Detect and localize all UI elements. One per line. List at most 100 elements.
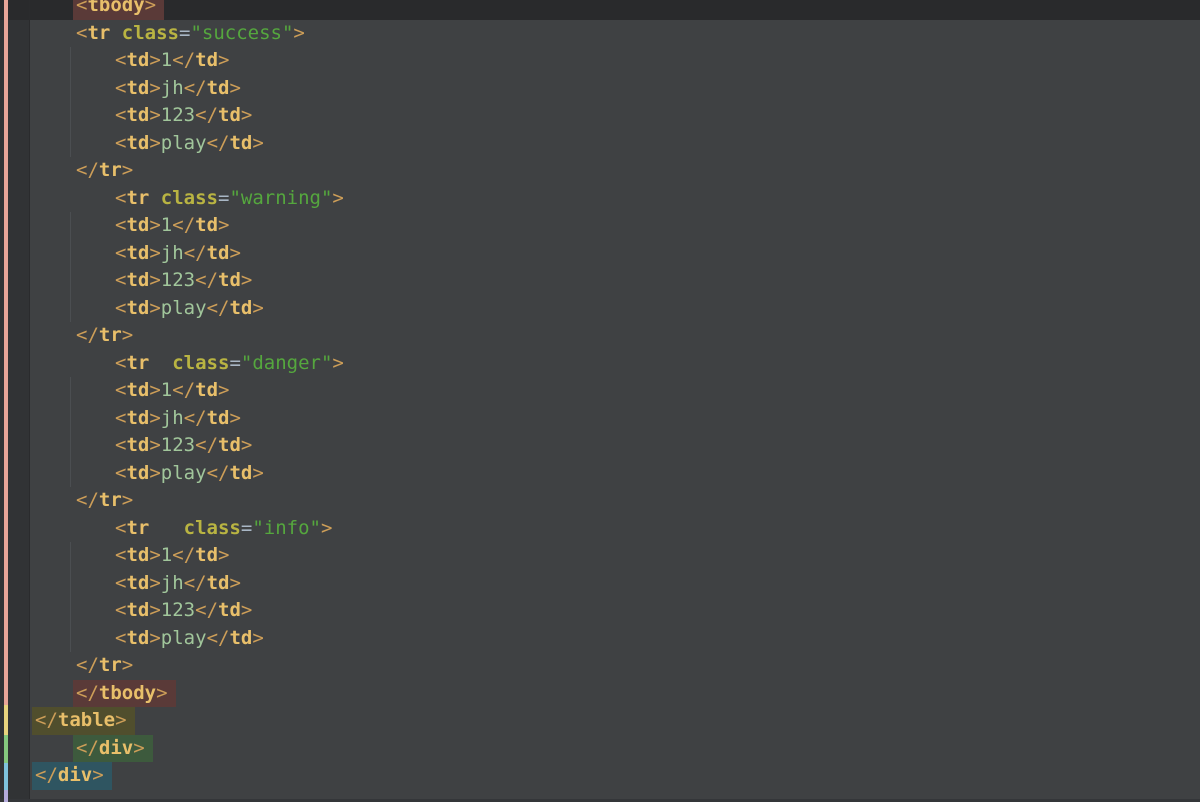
token-tag: td <box>206 241 230 264</box>
token-br: > <box>149 49 161 71</box>
code-line[interactable]: </tr> <box>0 322 1200 350</box>
code-line[interactable]: <td>123</td> <box>0 597 1200 625</box>
token-br: > <box>121 159 134 181</box>
token-eq: = <box>240 516 253 539</box>
token-tag: td <box>229 626 253 649</box>
token-txt: jh <box>160 571 184 594</box>
token-br: < <box>115 104 127 126</box>
token-tag: div <box>57 764 93 786</box>
token-br: > <box>252 296 264 319</box>
token-tag: td <box>126 131 150 154</box>
token-txt: jh <box>160 241 184 264</box>
code-line[interactable]: <tr class="danger"> <box>0 350 1200 378</box>
token-br: < <box>115 186 127 209</box>
token-br: > <box>149 434 161 456</box>
code-line[interactable]: <td>play</td> <box>0 295 1200 323</box>
token-br: > <box>252 461 264 484</box>
token-br: > <box>240 104 253 126</box>
token-br: > <box>149 599 161 621</box>
token-br: > <box>144 0 157 16</box>
code-line[interactable]: </tbody> <box>0 679 1200 707</box>
token-tag: td <box>126 296 150 319</box>
code-line[interactable]: </div> <box>0 734 1200 762</box>
token-br: </ <box>172 49 196 71</box>
token-tag: tr <box>87 21 111 44</box>
token-attr: class <box>172 351 230 374</box>
token-br: < <box>115 599 127 621</box>
code-line[interactable]: <td>123</td> <box>0 102 1200 130</box>
code-line[interactable]: </table> <box>0 707 1200 735</box>
code-line[interactable]: <td>1</td> <box>0 47 1200 75</box>
code-line[interactable]: <td>1</td> <box>0 377 1200 405</box>
token-tag: td <box>218 434 241 456</box>
token-txt: 1 <box>160 544 173 566</box>
token-tag: td <box>126 571 150 594</box>
token-tag: tr <box>98 654 122 676</box>
token-br: > <box>149 544 161 566</box>
code-line[interactable]: </div> <box>0 762 1200 790</box>
code-line[interactable]: </tr> <box>0 652 1200 680</box>
token-attr: class <box>160 186 218 209</box>
code-line[interactable]: <td>123</td> <box>0 432 1200 460</box>
code-line[interactable]: <td>jh</td> <box>0 240 1200 268</box>
token-tag: td <box>126 626 150 649</box>
code-line[interactable]: <td>1</td> <box>0 212 1200 240</box>
token-br: > <box>240 599 253 621</box>
code-line[interactable]: </tr> <box>0 157 1200 185</box>
token-br: > <box>293 21 305 44</box>
token-txt: 1 <box>160 379 173 401</box>
code-line[interactable]: <tr class="success"> <box>0 20 1200 48</box>
token-tag: td <box>195 49 219 71</box>
code-line[interactable]: <tr class="info"> <box>0 515 1200 543</box>
token-tag: tr <box>98 489 122 511</box>
token-br: < <box>115 131 127 154</box>
token-tag: tr <box>126 186 150 209</box>
token-br: < <box>115 461 127 484</box>
token-tag: tr <box>126 516 150 539</box>
token-br: </ <box>35 764 58 786</box>
code-line[interactable]: <tr class="warning"> <box>0 185 1200 213</box>
code-line[interactable]: <td>jh</td> <box>0 405 1200 433</box>
token-tag: td <box>126 379 150 401</box>
token-str: "success" <box>190 21 294 44</box>
code-line[interactable]: </tr> <box>0 487 1200 515</box>
token-tag: tr <box>126 351 150 374</box>
code-line[interactable]: <td>play</td> <box>0 625 1200 653</box>
token-attr: class <box>183 516 241 539</box>
token-txt: 123 <box>160 269 196 291</box>
token-tag: td <box>126 76 150 99</box>
code-line-caret-row[interactable]: <tbody> <box>0 0 1200 20</box>
token-br: < <box>115 76 127 99</box>
token-tag: td <box>126 49 150 71</box>
token-txt: 123 <box>160 104 196 126</box>
code-line[interactable]: <td>jh</td> <box>0 75 1200 103</box>
token-tag: td <box>229 461 253 484</box>
token-br: > <box>149 379 161 401</box>
token-br: > <box>229 241 241 264</box>
token-br: > <box>218 49 230 71</box>
token-br: < <box>115 214 127 236</box>
token-br: > <box>149 76 161 99</box>
code-line[interactable]: <td>1</td> <box>0 542 1200 570</box>
token-eq: = <box>179 21 191 44</box>
token-br: > <box>115 709 127 731</box>
code-line[interactable]: <td>play</td> <box>0 460 1200 488</box>
token-attr: class <box>121 21 179 44</box>
token-br: < <box>76 21 88 44</box>
token-br: </ <box>172 379 196 401</box>
token-br: </ <box>195 104 219 126</box>
gutter-border <box>29 0 30 802</box>
token-txt: play <box>160 296 207 319</box>
code-line[interactable]: <td>play</td> <box>0 130 1200 158</box>
code-line[interactable]: <td>123</td> <box>0 267 1200 295</box>
token-str: "warning" <box>229 186 333 209</box>
token-br: > <box>229 571 241 594</box>
token-br: > <box>240 434 253 456</box>
token-br: > <box>121 324 134 346</box>
token-tag: td <box>218 269 241 291</box>
token-str: "danger" <box>240 351 333 374</box>
token-tag: td <box>126 434 150 456</box>
code-line[interactable]: <td>jh</td> <box>0 570 1200 598</box>
code-area[interactable]: <tbody> <tr class="success"> <td>1</td> <td… <box>0 0 1200 790</box>
